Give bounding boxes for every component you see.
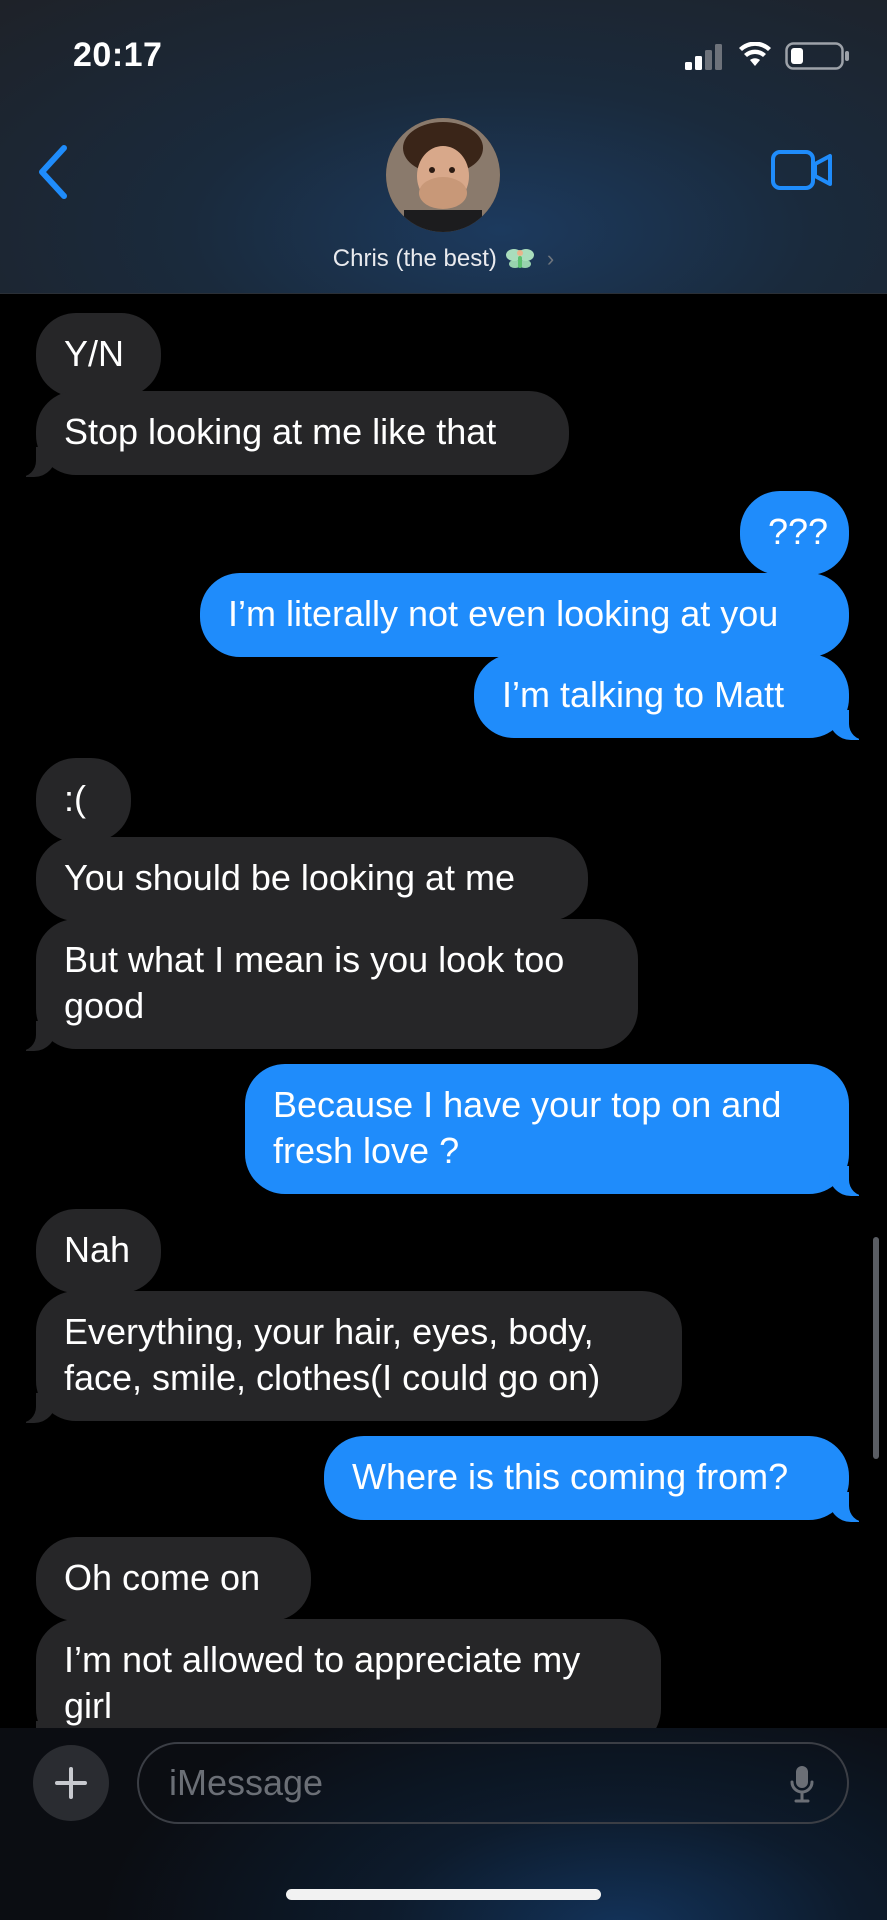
sent-message[interactable]: Because I have your top on and fresh lov… bbox=[245, 1064, 871, 1196]
wifi-icon bbox=[739, 42, 771, 66]
conversation-header: 20:17 Chris (the best) › bbox=[0, 0, 887, 294]
received-message[interactable]: Everything, your hair, eyes, body, face,… bbox=[14, 1291, 682, 1423]
received-message[interactable]: But what I mean is you look too good bbox=[14, 919, 638, 1051]
plus-icon bbox=[55, 1767, 87, 1799]
battery-icon bbox=[785, 42, 849, 70]
signal-icon bbox=[685, 44, 722, 70]
message-thread[interactable]: Y/N Stop looking at me like that ??? I’m… bbox=[0, 293, 887, 1728]
video-camera-icon[interactable] bbox=[770, 148, 834, 192]
plus-button[interactable] bbox=[33, 1745, 109, 1821]
fairy-icon bbox=[505, 249, 534, 268]
sent-message[interactable]: I’m literally not even looking at you bbox=[200, 573, 849, 657]
avatar-photo bbox=[386, 118, 500, 232]
contact-name-row[interactable]: Chris (the best) › bbox=[0, 244, 887, 274]
sent-message[interactable]: I’m talking to Matt bbox=[474, 654, 871, 740]
message-placeholder: iMessage bbox=[169, 1762, 324, 1803]
sent-message[interactable]: ??? bbox=[740, 491, 849, 575]
received-message[interactable]: Oh come on bbox=[36, 1537, 311, 1621]
scroll-indicator[interactable] bbox=[873, 1237, 879, 1459]
microphone-icon[interactable] bbox=[789, 1764, 815, 1804]
avatar[interactable] bbox=[386, 118, 500, 232]
home-indicator[interactable] bbox=[286, 1889, 601, 1900]
status-time: 20:17 bbox=[73, 36, 163, 74]
received-message[interactable]: You should be looking at me bbox=[36, 837, 588, 921]
imessage-input[interactable]: iMessage bbox=[137, 1742, 849, 1824]
received-message[interactable]: Y/N bbox=[36, 313, 161, 397]
received-message[interactable]: Stop looking at me like that bbox=[14, 391, 569, 477]
back-chevron-icon[interactable] bbox=[34, 144, 72, 200]
sent-message[interactable]: Where is this coming from? bbox=[324, 1436, 871, 1522]
received-message[interactable]: I’m not allowed to appreciate my girl bbox=[14, 1619, 661, 1728]
chevron-right-icon: › bbox=[546, 246, 555, 271]
contact-name: Chris (the best) bbox=[332, 245, 497, 272]
received-message[interactable]: Nah bbox=[36, 1209, 161, 1293]
received-message[interactable]: :( bbox=[36, 758, 131, 842]
